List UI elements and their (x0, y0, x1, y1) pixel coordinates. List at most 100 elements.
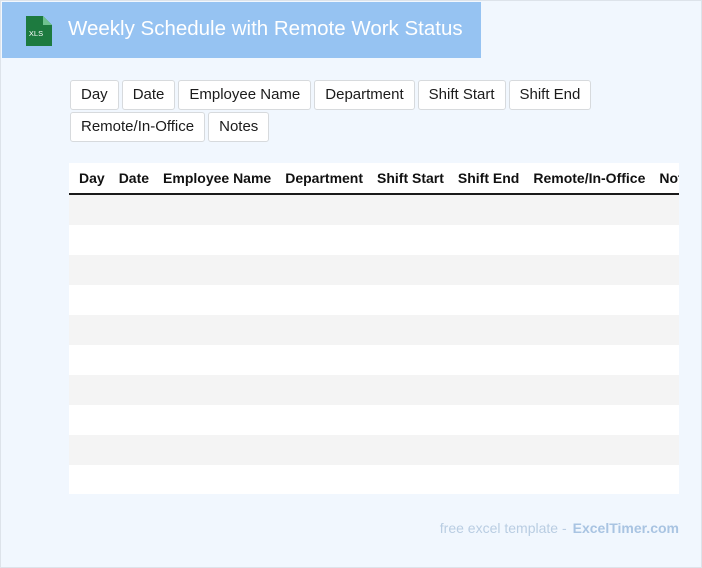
table-cell[interactable] (370, 405, 451, 435)
table-cell[interactable] (526, 345, 653, 375)
table-cell[interactable] (526, 225, 653, 255)
table-cell[interactable] (69, 375, 112, 405)
table-cell[interactable] (278, 435, 371, 465)
table-cell[interactable] (526, 465, 653, 494)
table-cell[interactable] (652, 435, 679, 465)
column-chip[interactable]: Department (314, 80, 415, 110)
column-chip[interactable]: Notes (208, 112, 270, 142)
table-cell[interactable] (278, 345, 371, 375)
table-cell[interactable] (652, 225, 679, 255)
table-cell[interactable] (111, 345, 157, 375)
table-cell[interactable] (370, 465, 451, 494)
table-cell[interactable] (370, 345, 451, 375)
table-cell[interactable] (278, 225, 371, 255)
table-cell[interactable] (111, 255, 157, 285)
table-cell[interactable] (278, 375, 371, 405)
table-cell[interactable] (69, 345, 112, 375)
table-cell[interactable] (526, 375, 653, 405)
table-cell[interactable] (370, 375, 451, 405)
table-cell[interactable] (450, 405, 527, 435)
table-cell[interactable] (450, 194, 527, 225)
column-chip[interactable]: Date (121, 80, 176, 110)
table-cell[interactable] (156, 225, 279, 255)
table-cell[interactable] (156, 255, 279, 285)
table-cell[interactable] (278, 255, 371, 285)
table-cell[interactable] (652, 194, 679, 225)
table-cell[interactable] (111, 375, 157, 405)
table-cell[interactable] (450, 255, 527, 285)
table-cell[interactable] (652, 405, 679, 435)
column-header: Shift End (450, 163, 527, 195)
column-header: Date (111, 163, 157, 195)
table-cell[interactable] (69, 194, 112, 225)
table-cell[interactable] (450, 435, 527, 465)
table-cell[interactable] (450, 345, 527, 375)
table-cell[interactable] (450, 285, 527, 315)
table-cell[interactable] (652, 255, 679, 285)
table-cell[interactable] (156, 285, 279, 315)
table-cell[interactable] (111, 194, 157, 225)
table-cell[interactable] (278, 315, 371, 345)
table-cell[interactable] (370, 285, 451, 315)
table-cell[interactable] (450, 315, 527, 345)
table-cell[interactable] (526, 315, 653, 345)
table-cell[interactable] (156, 405, 279, 435)
column-chip[interactable]: Shift End (508, 80, 592, 110)
column-chip[interactable]: Day (70, 80, 119, 110)
table-cell[interactable] (278, 465, 371, 494)
table-cell[interactable] (278, 405, 371, 435)
table-cell[interactable] (526, 405, 653, 435)
table-row (69, 255, 679, 285)
table-cell[interactable] (69, 405, 112, 435)
table-cell[interactable] (69, 465, 112, 494)
table-cell[interactable] (652, 315, 679, 345)
table-cell[interactable] (370, 435, 451, 465)
table-cell[interactable] (526, 285, 653, 315)
table-cell[interactable] (652, 465, 679, 494)
svg-text:XLS: XLS (29, 29, 43, 38)
table-cell[interactable] (111, 225, 157, 255)
table-cell[interactable] (111, 435, 157, 465)
table-cell[interactable] (69, 315, 112, 345)
table-cell[interactable] (111, 465, 157, 494)
footer-brand-link[interactable]: ExcelTimer.com (573, 520, 679, 536)
table-cell[interactable] (69, 225, 112, 255)
table-row (69, 285, 679, 315)
table-cell[interactable] (370, 225, 451, 255)
table-cell[interactable] (156, 435, 279, 465)
table-cell[interactable] (370, 194, 451, 225)
table-cell[interactable] (450, 225, 527, 255)
table-cell[interactable] (370, 315, 451, 345)
footer-credit: free excel template - ExcelTimer.com (440, 520, 679, 536)
table-cell[interactable] (111, 285, 157, 315)
table-cell[interactable] (111, 405, 157, 435)
table-row (69, 405, 679, 435)
table-cell[interactable] (156, 315, 279, 345)
table-cell[interactable] (69, 255, 112, 285)
table-cell[interactable] (526, 194, 653, 225)
table-cell[interactable] (156, 465, 279, 494)
table-cell[interactable] (526, 435, 653, 465)
column-chip[interactable]: Shift Start (417, 80, 506, 110)
table-cell[interactable] (652, 345, 679, 375)
table-cell[interactable] (156, 194, 279, 225)
page-frame: XLS Weekly Schedule with Remote Work Sta… (0, 0, 702, 568)
table-cell[interactable] (450, 375, 527, 405)
table-cell[interactable] (156, 375, 279, 405)
table-cell[interactable] (652, 375, 679, 405)
table-cell[interactable] (69, 435, 112, 465)
column-chip[interactable]: Employee Name (178, 80, 312, 110)
table-cell[interactable] (278, 285, 371, 315)
table-cell[interactable] (278, 194, 371, 225)
table-cell[interactable] (370, 255, 451, 285)
column-header: Remote/In-Office (526, 163, 653, 195)
column-header: Notes (652, 163, 679, 195)
table-cell[interactable] (69, 285, 112, 315)
table-cell[interactable] (526, 255, 653, 285)
schedule-table-container: Day Date Employee Name Department Shift Star… (69, 163, 679, 494)
column-chip[interactable]: Remote/In-Office (70, 112, 206, 142)
table-cell[interactable] (156, 345, 279, 375)
table-cell[interactable] (111, 315, 157, 345)
table-cell[interactable] (450, 465, 527, 494)
table-cell[interactable] (652, 285, 679, 315)
